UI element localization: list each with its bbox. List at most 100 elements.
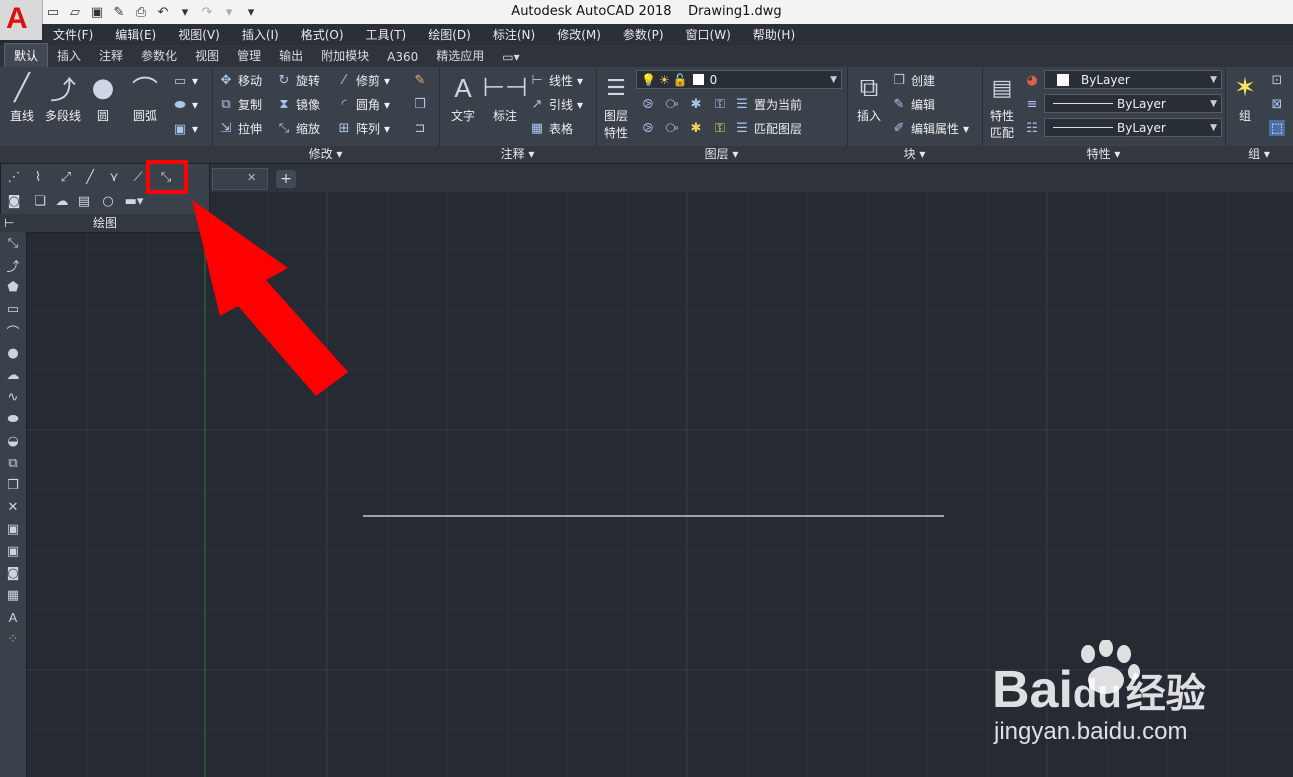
layer-properties-button[interactable]: ☰ 图层 特性 bbox=[598, 71, 634, 141]
match-layer-button[interactable]: ☰ 匹配图层 bbox=[734, 120, 802, 137]
undo-icon[interactable]: ↶ bbox=[154, 3, 172, 21]
new-file-icon[interactable]: ▭ bbox=[44, 3, 62, 21]
erase-button[interactable]: ✎ bbox=[412, 72, 428, 88]
construction-line-icon[interactable]: ╱ bbox=[81, 168, 99, 186]
layer-on-tool-icon[interactable]: ⧁ bbox=[640, 120, 656, 136]
multiline-icon[interactable]: ⋎ bbox=[105, 168, 123, 186]
open-folder-icon[interactable]: ▱ bbox=[66, 3, 84, 21]
ribbon-minimize-icon[interactable]: ▭▾ bbox=[493, 47, 528, 67]
insert-block-button[interactable]: ⧉ 插入 bbox=[851, 71, 887, 124]
copy-button[interactable]: ⧉ 复制 bbox=[218, 96, 262, 113]
linear-dimension-button[interactable]: ⊢ 线性 ▾ bbox=[529, 72, 583, 89]
tab-featured-apps[interactable]: 精选应用 bbox=[427, 44, 493, 67]
menu-parametric[interactable]: 参数(P) bbox=[612, 26, 675, 43]
print-icon[interactable]: ⎙ bbox=[132, 3, 150, 21]
points-icon[interactable]: ⋰ bbox=[5, 168, 23, 186]
offset-button[interactable]: ⊐ bbox=[412, 120, 428, 136]
menu-file[interactable]: 文件(F) bbox=[42, 26, 104, 43]
rectangle-button[interactable]: ▭ ▾ bbox=[172, 73, 198, 89]
block-panel-title[interactable]: 块 ▾ bbox=[847, 146, 982, 163]
document-tab[interactable] bbox=[212, 168, 268, 190]
more-tools-icon[interactable]: ▬▾ bbox=[125, 192, 144, 210]
rotate-button[interactable]: ↻ 旋转 bbox=[276, 72, 320, 89]
spline-fit-icon[interactable]: ⌇ bbox=[29, 168, 47, 186]
group-select-button[interactable]: ⬚ bbox=[1269, 120, 1285, 136]
add-selected-tool-icon[interactable]: ⁘ bbox=[4, 630, 22, 648]
table-tool-icon[interactable]: ▦ bbox=[4, 586, 22, 604]
gradient-tool-icon[interactable]: ▣ bbox=[4, 542, 22, 560]
application-menu-button[interactable]: A bbox=[0, 0, 43, 40]
make-block-tool-icon[interactable]: ❒ bbox=[4, 476, 22, 494]
line-button[interactable]: ╱ 直线 bbox=[2, 71, 42, 124]
polyline-tool-icon[interactable]: ⤴ bbox=[4, 256, 22, 275]
hatch-tool-icon[interactable]: ▣ bbox=[4, 520, 22, 538]
menu-edit[interactable]: 编辑(E) bbox=[104, 26, 167, 43]
fillet-button[interactable]: ◜ 圆角 ▾ bbox=[336, 96, 390, 113]
layer-off-icon[interactable]: ⧁ bbox=[640, 96, 656, 112]
pin-icon[interactable]: ⊢ bbox=[4, 214, 14, 232]
arc-tool-icon[interactable]: ⌒ bbox=[4, 322, 22, 341]
menu-draw[interactable]: 绘图(D) bbox=[417, 26, 482, 43]
text-button[interactable]: A 文字 bbox=[445, 71, 481, 124]
region-tool-icon[interactable]: ◙ bbox=[4, 564, 22, 582]
gradient-icon[interactable]: ▤ bbox=[75, 192, 93, 210]
tab-view[interactable]: 视图 bbox=[186, 44, 228, 67]
revcloud-tool-icon[interactable]: ☁ bbox=[4, 366, 22, 384]
ray-icon[interactable]: ⤢ bbox=[57, 168, 75, 186]
spline-tool-icon[interactable]: ∿ bbox=[4, 388, 22, 406]
layer-isolate-icon[interactable]: ⧂ bbox=[664, 96, 680, 112]
tab-addins[interactable]: 附加模块 bbox=[312, 44, 378, 67]
ungroup-button[interactable]: ⊡ bbox=[1269, 72, 1285, 88]
donut-icon[interactable]: ○ bbox=[99, 192, 117, 210]
rectangle-tool-icon[interactable]: ▭ bbox=[4, 300, 22, 318]
linetype-dropdown[interactable]: ByLayer ▼ bbox=[1044, 118, 1222, 137]
insert-block-tool-icon[interactable]: ⧉ bbox=[4, 454, 22, 472]
save-as-icon[interactable]: ✎ bbox=[110, 3, 128, 21]
layer-unlock-icon[interactable]: ⚿ bbox=[712, 120, 728, 136]
xline-icon[interactable]: ⟋ bbox=[129, 168, 147, 186]
layer-freeze-tool-icon[interactable]: ✱ bbox=[688, 96, 704, 112]
circle-tool-icon[interactable]: ● bbox=[4, 344, 22, 362]
arc-button[interactable]: ⌒ 圆弧 bbox=[124, 71, 166, 124]
menu-tools[interactable]: 工具(T) bbox=[355, 26, 418, 43]
leader-button[interactable]: ↗ 引线 ▾ bbox=[529, 96, 584, 113]
hatch-button[interactable]: ⬬ ▾ bbox=[172, 97, 198, 113]
close-icon[interactable]: ✕ bbox=[247, 171, 259, 185]
region-icon[interactable]: ◙ bbox=[5, 192, 23, 210]
new-tab-button[interactable]: + bbox=[276, 170, 296, 188]
groups-panel-title[interactable]: 组 ▾ bbox=[1225, 146, 1293, 163]
menu-dimension[interactable]: 标注(N) bbox=[482, 26, 546, 43]
layer-unisolate-icon[interactable]: ⧂ bbox=[664, 120, 680, 136]
layers-panel-title[interactable]: 图层 ▾ bbox=[596, 146, 847, 163]
array-button[interactable]: ⊞ 阵列 ▾ bbox=[336, 120, 391, 137]
mirror-button[interactable]: ⧗ 镜像 bbox=[276, 96, 320, 113]
menu-format[interactable]: 格式(O) bbox=[290, 26, 355, 43]
stretch-button[interactable]: ⇲ 拉伸 bbox=[218, 120, 262, 137]
tab-manage[interactable]: 管理 bbox=[228, 44, 270, 67]
scale-button[interactable]: ⤡ 缩放 bbox=[276, 120, 320, 137]
tab-a360[interactable]: A360 bbox=[378, 47, 427, 67]
menu-view[interactable]: 视图(V) bbox=[167, 26, 231, 43]
color-wheel-icon[interactable]: ◕ bbox=[1024, 72, 1040, 88]
menu-help[interactable]: 帮助(H) bbox=[742, 26, 806, 43]
group-edit-button[interactable]: ⊠ bbox=[1269, 96, 1285, 112]
undo-dropdown-icon[interactable]: ▾ bbox=[176, 3, 194, 21]
menu-insert[interactable]: 插入(I) bbox=[231, 26, 290, 43]
polyline-button[interactable]: ⤴ 多段线 bbox=[42, 71, 84, 124]
save-icon[interactable]: ▣ bbox=[88, 3, 106, 21]
tab-insert[interactable]: 插入 bbox=[48, 44, 90, 67]
group-button[interactable]: ✶ 组 bbox=[1227, 71, 1263, 124]
color-dropdown[interactable]: ByLayer ▼ bbox=[1044, 70, 1222, 89]
ellipse-arc-tool-icon[interactable]: ◒ bbox=[4, 432, 22, 450]
polygon-tool-icon[interactable]: ⬟ bbox=[4, 278, 22, 296]
customize-qat-icon[interactable]: ▾ bbox=[242, 3, 260, 21]
tab-annotate[interactable]: 注释 bbox=[90, 44, 132, 67]
tab-home[interactable]: 默认 bbox=[4, 43, 49, 67]
lineweight-dropdown[interactable]: ByLayer ▼ bbox=[1044, 94, 1222, 113]
table-button[interactable]: ▦ 表格 bbox=[529, 120, 573, 137]
line-tool-icon[interactable]: ⤡ bbox=[4, 234, 22, 252]
tab-parametric[interactable]: 参数化 bbox=[132, 44, 186, 67]
layer-lock-tool-icon[interactable]: ⚿ bbox=[712, 96, 728, 112]
move-button[interactable]: ✥ 移动 bbox=[218, 72, 262, 89]
annotation-panel-title[interactable]: 注释 ▾ bbox=[439, 146, 596, 163]
